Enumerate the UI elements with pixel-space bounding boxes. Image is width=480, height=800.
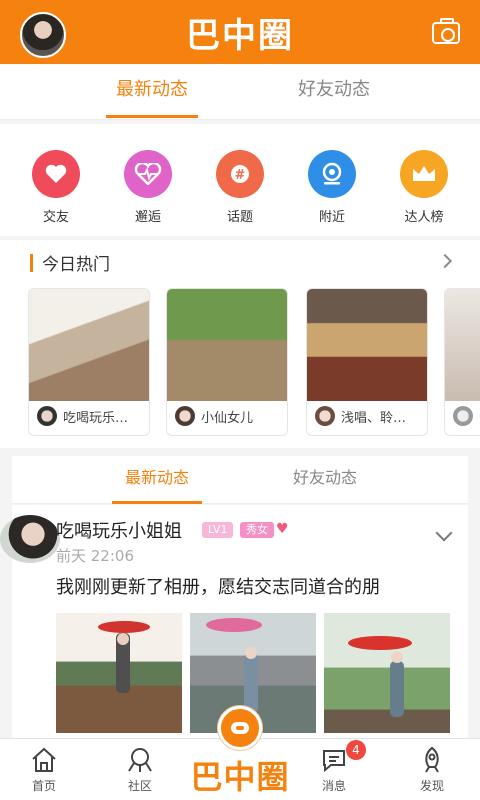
hot-card[interactable]: 浅唱、聆… [306, 288, 428, 436]
today-hot-section: 今日热门 吃喝玩乐… 小仙女儿 浅唱、聆… [0, 240, 480, 448]
mini-avatar [175, 406, 195, 426]
post-image[interactable] [56, 613, 182, 733]
heart-icon [32, 150, 80, 198]
top-tabs: 最新动态 好友动态 [0, 64, 480, 120]
hashtag-icon: # [216, 150, 264, 198]
message-icon [319, 745, 349, 775]
category-row: 交友 邂逅 # 话题 附近 达人榜 [0, 124, 480, 236]
tab-friends[interactable]: 好友动态 [288, 64, 380, 120]
heart-icon: ♥ [276, 521, 289, 537]
post-username[interactable]: 吃喝玩乐小姐姐 [56, 517, 182, 543]
post-text: 我刚刚更新了相册，愿结交志同道合的朋 [56, 577, 380, 598]
mini-avatar [315, 406, 335, 426]
rocket-icon [417, 745, 447, 775]
nav-home[interactable]: 首页 [4, 745, 84, 794]
home-icon [29, 745, 59, 775]
user-tag-badge: 秀女 [240, 522, 274, 538]
hot-card-name: 小仙女儿 [201, 410, 254, 426]
category-dating[interactable]: 交友 [16, 150, 96, 225]
hot-card[interactable] [444, 288, 480, 436]
hot-card[interactable]: 吃喝玩乐… [28, 288, 150, 436]
chevron-down-icon[interactable] [435, 524, 453, 542]
hot-card-name: 浅唱、聆… [341, 410, 407, 426]
app-title: 巴中圈 [186, 16, 294, 56]
heartbeat-icon [124, 150, 172, 198]
hot-card-image [445, 289, 480, 401]
svg-text:#: # [235, 168, 246, 183]
hot-card-name: 吃喝玩乐… [63, 410, 129, 426]
header: 巴中圈 [0, 0, 480, 64]
hot-card-image [167, 289, 287, 401]
nav-community[interactable]: 社区 [100, 745, 180, 794]
section-accent-bar [30, 254, 33, 272]
crown-icon [400, 150, 448, 198]
location-icon [308, 150, 356, 198]
feed-tabs: 最新动态 好友动态 [12, 456, 468, 504]
post-image[interactable] [324, 613, 450, 733]
post-avatar[interactable] [0, 515, 60, 563]
camera-icon[interactable] [432, 18, 460, 44]
category-nearby[interactable]: 附近 [292, 150, 372, 225]
app-root: 巴中圈 最新动态 好友动态 交友 邂逅 # 话题 附近 达人榜 今日热门 吃喝玩… [0, 0, 480, 800]
post-time: 前天 22:06 [56, 547, 134, 565]
nav-discover[interactable]: 发现 [392, 745, 472, 794]
center-logo-text: 巴中圈 [190, 758, 290, 796]
level-badge: LV1 [202, 522, 234, 538]
chevron-right-icon[interactable] [437, 253, 453, 269]
community-icon [125, 745, 155, 775]
category-ranking[interactable]: 达人榜 [384, 150, 464, 225]
category-encounter[interactable]: 邂逅 [108, 150, 188, 225]
mini-avatar [453, 406, 473, 426]
feed-tab-friends[interactable]: 好友动态 [280, 456, 370, 504]
center-logo-button[interactable]: 巴中圈 [178, 706, 302, 798]
hot-card[interactable]: 小仙女儿 [166, 288, 288, 436]
message-badge: 4 [346, 740, 366, 760]
mini-avatar [37, 406, 57, 426]
feed-tab-latest[interactable]: 最新动态 [112, 456, 202, 504]
today-hot-title: 今日热门 [42, 255, 110, 275]
hot-card-image [307, 289, 427, 401]
pig-logo-icon [218, 706, 262, 750]
hot-card-image [29, 289, 149, 401]
tab-latest[interactable]: 最新动态 [106, 64, 198, 120]
category-topic[interactable]: # 话题 [200, 150, 280, 225]
